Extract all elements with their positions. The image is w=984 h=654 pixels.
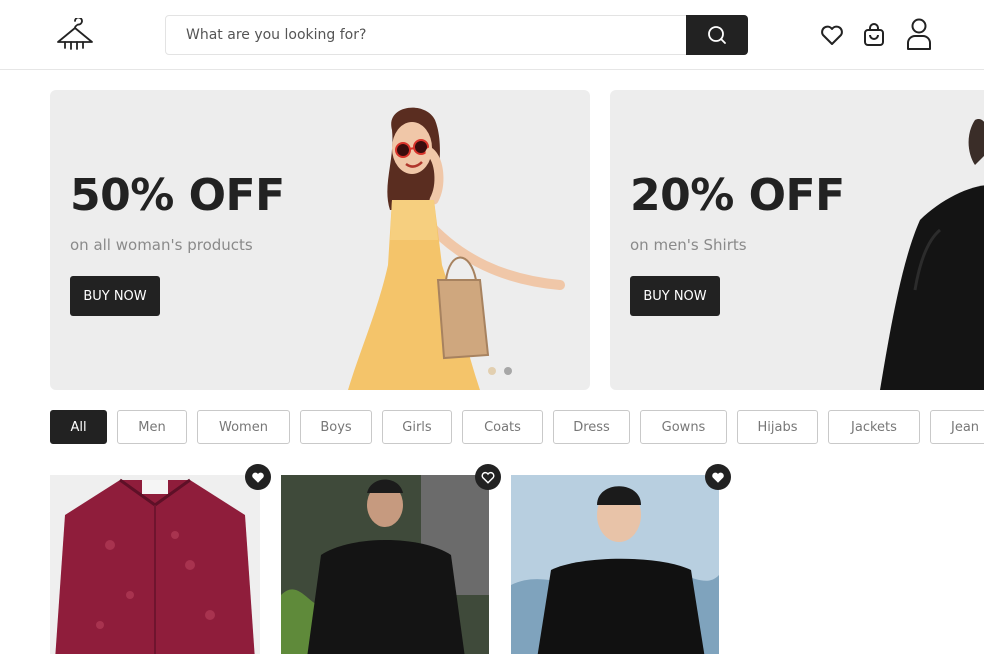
banner-subtitle: on all woman's products — [70, 236, 253, 254]
product-image — [511, 475, 719, 654]
banner-subtitle: on men's Shirts — [630, 236, 747, 254]
favorite-button[interactable] — [475, 464, 501, 490]
wishlist-button[interactable] — [819, 18, 845, 52]
category-chip-boys[interactable]: Boys — [300, 410, 372, 444]
header — [0, 0, 984, 70]
search-button[interactable] — [686, 15, 748, 55]
carousel-dot[interactable] — [488, 367, 496, 375]
heart-outline-icon — [481, 471, 495, 484]
search-input[interactable] — [166, 16, 686, 54]
heart-icon — [252, 472, 264, 483]
buy-now-button[interactable]: BUY NOW — [70, 276, 160, 316]
user-icon — [907, 18, 931, 50]
carousel-dot[interactable] — [504, 367, 512, 375]
promo-banner-men[interactable]: 20% OFF on men's Shirts BUY NOW — [610, 90, 984, 390]
category-chip-jackets[interactable]: Jackets — [828, 410, 920, 444]
category-chip-jean[interactable]: Jean — [930, 410, 984, 444]
heart-icon — [821, 25, 843, 45]
category-chip-coats[interactable]: Coats — [462, 410, 543, 444]
category-chip-all[interactable]: All — [50, 410, 107, 444]
buy-now-button[interactable]: BUY NOW — [630, 276, 720, 316]
product-card[interactable] — [281, 475, 489, 654]
promo-banner-women[interactable]: 50% OFF on all woman's products BUY NOW — [50, 90, 590, 390]
woman-model-image — [348, 107, 565, 390]
category-chip-dress[interactable]: Dress — [553, 410, 630, 444]
favorite-button[interactable] — [705, 464, 731, 490]
banner-headline: 50% OFF — [70, 170, 285, 221]
product-image — [281, 475, 489, 654]
cart-button[interactable] — [861, 18, 887, 52]
category-chip-hijabs[interactable]: Hijabs — [737, 410, 818, 444]
search-icon — [708, 26, 726, 44]
product-card[interactable] — [50, 475, 260, 654]
product-card[interactable] — [511, 475, 719, 654]
category-chip-girls[interactable]: Girls — [382, 410, 452, 444]
search-bar — [165, 15, 748, 55]
man-model-image — [880, 119, 984, 390]
carousel-dots — [488, 367, 512, 375]
banner-headline: 20% OFF — [630, 170, 845, 221]
account-button[interactable] — [905, 16, 933, 52]
product-image — [55, 478, 255, 654]
heart-icon — [712, 472, 724, 483]
favorite-button[interactable] — [245, 464, 271, 490]
category-chip-gowns[interactable]: Gowns — [640, 410, 727, 444]
category-chip-women[interactable]: Women — [197, 410, 290, 444]
hanger-logo-icon[interactable] — [55, 16, 95, 52]
category-filter-bar: All Men Women Boys Girls Coats Dress Gow… — [50, 410, 984, 444]
shopping-bag-icon — [864, 23, 884, 46]
category-chip-men[interactable]: Men — [117, 410, 187, 444]
